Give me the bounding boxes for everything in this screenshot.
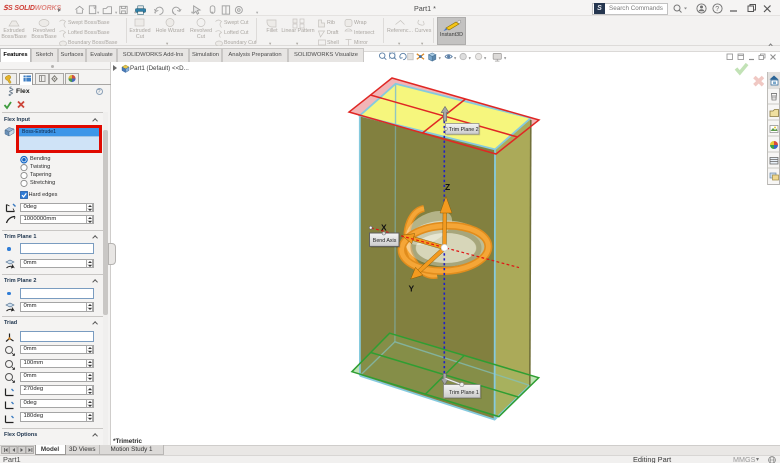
svg-text:?: ? <box>715 6 719 13</box>
svg-text:▾: ▾ <box>484 55 487 60</box>
svg-text:▾: ▾ <box>504 55 507 60</box>
svg-text:X: X <box>381 223 387 233</box>
svg-text:▾: ▾ <box>454 55 457 60</box>
svg-text:▾: ▾ <box>469 55 472 60</box>
svg-text:Y: Y <box>409 284 415 294</box>
svg-text:Bend Axis: Bend Axis <box>373 238 397 244</box>
svg-text:Trim Plane 1: Trim Plane 1 <box>449 390 479 396</box>
svg-text:Z: Z <box>445 182 450 192</box>
svg-text:▾: ▾ <box>439 55 442 60</box>
svg-text:Trim Plane 2: Trim Plane 2 <box>449 127 479 133</box>
